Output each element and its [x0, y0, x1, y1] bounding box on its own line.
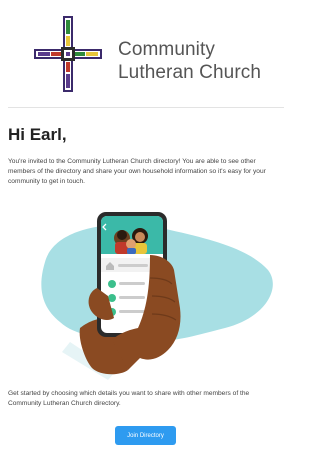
intro-paragraph: You're invited to the Community Lutheran… [8, 158, 266, 185]
church-name-line2: Lutheran Church [118, 62, 262, 83]
cross-logo-icon [34, 16, 102, 92]
person-icon [108, 280, 116, 288]
church-name: Community Lutheran Church [118, 38, 261, 84]
footer-paragraph: Get started by choosing which details yo… [8, 390, 250, 407]
greeting-heading: Hi Earl, [8, 125, 67, 144]
phone-illustration [41, 212, 273, 380]
email-header: Community Lutheran Church [0, 0, 287, 100]
church-name-line1: Community [118, 39, 215, 60]
header-divider [8, 107, 284, 108]
avatar-kid [126, 239, 136, 249]
join-directory-button[interactable]: Join Directory [115, 426, 176, 445]
